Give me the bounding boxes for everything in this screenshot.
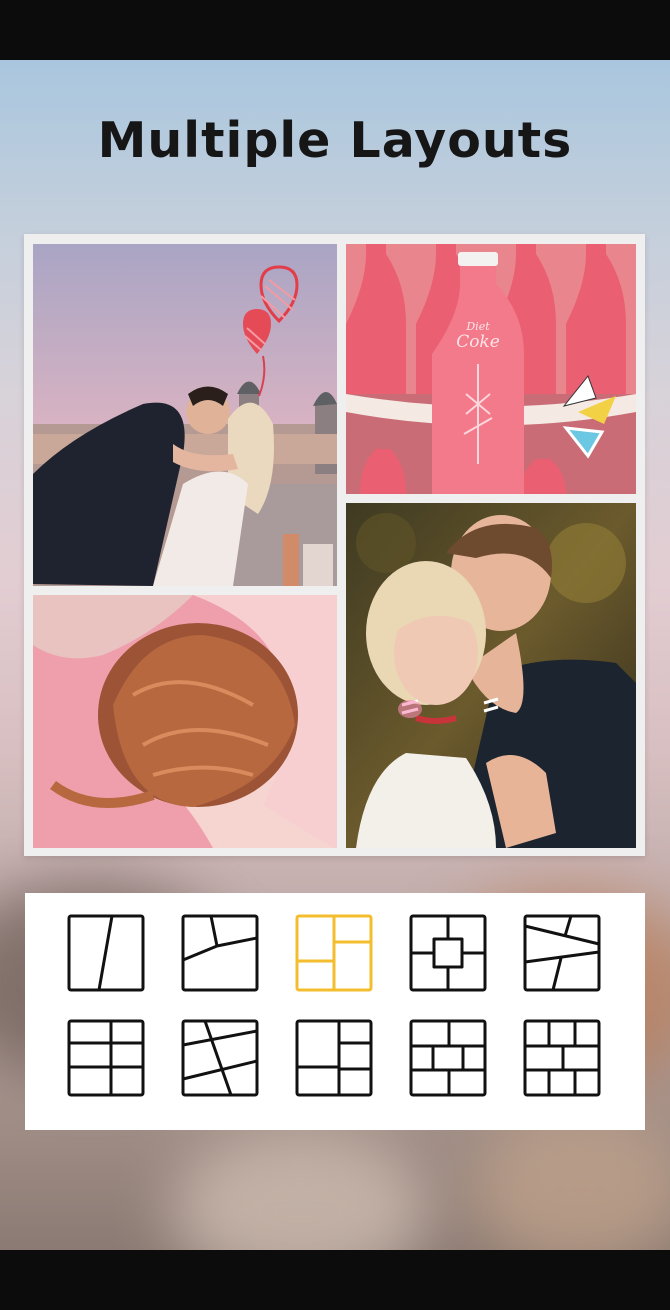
layout-angled-stripes-icon <box>523 914 601 992</box>
layout-option-angled-stripes[interactable] <box>523 914 601 992</box>
top-status-bar <box>0 0 670 60</box>
bottle-label-coke: Coke <box>456 332 500 352</box>
layout-option-center-square[interactable] <box>409 914 487 992</box>
couple-kiss-photo <box>33 244 337 586</box>
pink-bottles-photo: Diet Coke <box>346 244 636 494</box>
layout-selector-panel <box>25 893 645 1130</box>
layout-option-grid-2x-split[interactable] <box>295 914 373 992</box>
layout-three-row-grid-icon <box>67 1019 145 1097</box>
layout-brick-4x3-icon <box>523 1019 601 1097</box>
layout-center-square-icon <box>409 914 487 992</box>
layout-option-three-row-grid[interactable] <box>67 1019 145 1097</box>
layout-four-grid-offset-icon <box>295 1019 373 1097</box>
collage-photo-4[interactable] <box>346 503 636 848</box>
couple-embrace-photo <box>346 503 636 848</box>
page-title: Multiple Layouts <box>97 112 573 169</box>
layout-option-brick-3x3[interactable] <box>409 1019 487 1097</box>
layout-option-brick-4x3[interactable] <box>523 1019 601 1097</box>
collage-photo-3[interactable] <box>33 595 337 848</box>
collage-photo-1[interactable] <box>33 244 337 586</box>
layout-grid-2x-split-icon <box>295 914 373 992</box>
collage-photo-2[interactable]: Diet Coke <box>346 244 636 494</box>
layout-option-diagonal-split[interactable] <box>67 914 145 992</box>
woman-pink-sheets-photo <box>33 595 337 848</box>
layout-brick-3x3-icon <box>409 1019 487 1097</box>
photo-collage: Diet Coke <box>24 234 645 856</box>
layout-option-four-grid-offset[interactable] <box>295 1019 373 1097</box>
bottom-navigation-bar <box>0 1250 670 1310</box>
layout-three-angled-icon <box>181 914 259 992</box>
layout-diagonal-split-icon <box>67 914 145 992</box>
layout-option-three-angled[interactable] <box>181 914 259 992</box>
layout-crossed-angled-icon <box>181 1019 259 1097</box>
layout-option-crossed-angled[interactable] <box>181 1019 259 1097</box>
